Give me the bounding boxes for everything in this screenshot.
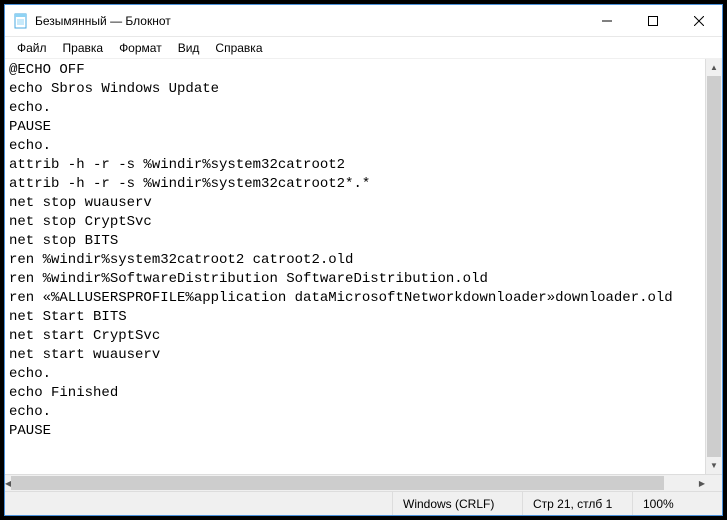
close-button[interactable] <box>676 5 722 36</box>
menu-edit[interactable]: Правка <box>55 39 112 57</box>
hscroll-thumb[interactable] <box>11 476 664 490</box>
scroll-track[interactable] <box>706 76 722 457</box>
scroll-thumb[interactable] <box>707 76 721 457</box>
status-cursor-position: Стр 21, стлб 1 <box>522 492 632 515</box>
menu-file[interactable]: Файл <box>9 39 55 57</box>
hscroll-track[interactable] <box>11 475 699 491</box>
notepad-icon <box>13 13 29 29</box>
maximize-button[interactable] <box>630 5 676 36</box>
scroll-down-arrow-icon[interactable]: ▼ <box>706 457 722 474</box>
text-editor[interactable]: @ECHO OFF echo Sbros Windows Update echo… <box>5 59 705 474</box>
vertical-scrollbar[interactable]: ▲ ▼ <box>705 59 722 474</box>
status-zoom: 100% <box>632 492 722 515</box>
menu-format[interactable]: Формат <box>111 39 170 57</box>
menu-help[interactable]: Справка <box>207 39 270 57</box>
notepad-window: Безымянный — Блокнот Файл Правка Формат … <box>4 4 723 516</box>
menubar: Файл Правка Формат Вид Справка <box>5 37 722 59</box>
horizontal-scrollbar[interactable]: ◀ ▶ <box>5 474 722 491</box>
minimize-button[interactable] <box>584 5 630 36</box>
scroll-corner <box>705 475 722 491</box>
scroll-up-arrow-icon[interactable]: ▲ <box>706 59 722 76</box>
content-area: @ECHO OFF echo Sbros Windows Update echo… <box>5 59 722 474</box>
window-controls <box>584 5 722 36</box>
statusbar: Windows (CRLF) Стр 21, стлб 1 100% <box>5 491 722 515</box>
status-line-ending: Windows (CRLF) <box>392 492 522 515</box>
window-title: Безымянный — Блокнот <box>35 14 584 28</box>
menu-view[interactable]: Вид <box>170 39 208 57</box>
titlebar: Безымянный — Блокнот <box>5 5 722 37</box>
